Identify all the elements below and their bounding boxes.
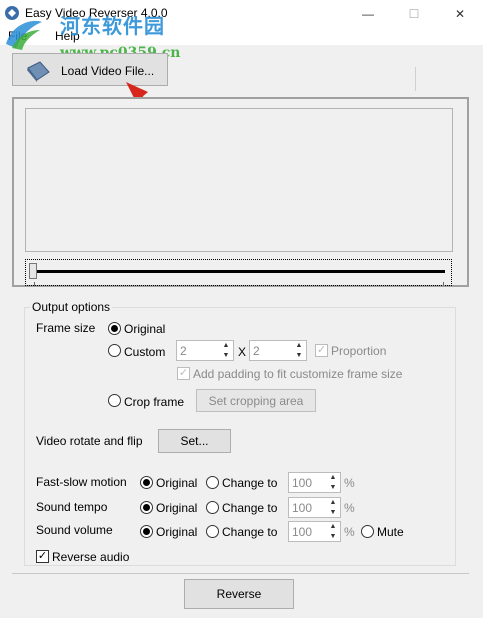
fast-slow-stepper[interactable]: 100 ▲ ▼ bbox=[288, 472, 341, 493]
crop-frame-label: Crop frame bbox=[124, 395, 185, 409]
watermark-logo-icon bbox=[6, 20, 42, 50]
spin-up-icon[interactable]: ▲ bbox=[326, 473, 340, 482]
maximize-button[interactable]: ☐ bbox=[391, 0, 437, 27]
frame-original-label: Original bbox=[124, 322, 166, 336]
mute-radio[interactable] bbox=[361, 525, 374, 538]
close-icon: ✕ bbox=[454, 6, 466, 21]
sound-volume-stepper[interactable]: 100 ▲ ▼ bbox=[288, 521, 341, 542]
seek-thumb[interactable] bbox=[29, 263, 37, 279]
sound-volume-value: 100 bbox=[292, 525, 313, 539]
rotate-set-button[interactable]: Set... bbox=[158, 429, 231, 453]
fast-slow-change-radio[interactable] bbox=[206, 476, 219, 489]
reverse-button[interactable]: Reverse bbox=[184, 579, 294, 609]
sound-tempo-change-label: Change to bbox=[222, 501, 278, 515]
proportion-checkbox[interactable]: ✓ bbox=[315, 344, 328, 357]
frame-width-stepper[interactable]: 2 ▲ ▼ bbox=[176, 340, 234, 361]
frame-size-label: Frame size bbox=[36, 321, 96, 335]
sound-tempo-value: 100 bbox=[292, 501, 313, 515]
frame-height-stepper[interactable]: 2 ▲ ▼ bbox=[249, 340, 307, 361]
sound-volume-change-radio[interactable] bbox=[206, 525, 219, 538]
fast-slow-change-label: Change to bbox=[222, 476, 278, 490]
reverse-audio-checkbox[interactable]: ✓ bbox=[36, 550, 49, 563]
load-video-label: Load Video File... bbox=[61, 64, 155, 78]
spin-down-icon[interactable]: ▼ bbox=[292, 351, 306, 360]
sound-volume-original-radio[interactable] bbox=[140, 525, 153, 538]
sound-tempo-unit: % bbox=[344, 501, 355, 515]
frame-x-separator: X bbox=[238, 345, 247, 359]
spin-up-icon[interactable]: ▲ bbox=[292, 341, 306, 350]
sound-volume-label: Sound volume bbox=[36, 523, 113, 537]
crop-frame-radio[interactable] bbox=[108, 394, 121, 407]
fast-slow-value: 100 bbox=[292, 476, 313, 490]
frame-height-value: 2 bbox=[253, 344, 260, 358]
rotate-label: Video rotate and flip bbox=[36, 434, 143, 448]
spin-down-icon[interactable]: ▼ bbox=[326, 483, 340, 492]
sound-volume-original-label: Original bbox=[156, 525, 198, 539]
fast-slow-original-radio[interactable] bbox=[140, 476, 153, 489]
output-options-legend: Output options bbox=[30, 300, 113, 314]
divider bbox=[12, 573, 469, 574]
open-video-icon bbox=[27, 61, 50, 82]
frame-original-radio[interactable] bbox=[108, 322, 121, 335]
proportion-label: Proportion bbox=[331, 344, 387, 358]
watermark-text: 河东软件园 bbox=[60, 14, 165, 38]
mute-label: Mute bbox=[377, 525, 404, 539]
fast-slow-original-label: Original bbox=[156, 476, 198, 490]
seek-track bbox=[33, 270, 445, 273]
spin-down-icon[interactable]: ▼ bbox=[219, 351, 233, 360]
maximize-icon: ☐ bbox=[408, 6, 420, 21]
minimize-icon: — bbox=[362, 6, 374, 21]
toolbar-separator bbox=[415, 67, 416, 91]
frame-width-value: 2 bbox=[180, 344, 187, 358]
close-button[interactable]: ✕ bbox=[437, 0, 483, 27]
fast-slow-label: Fast-slow motion bbox=[36, 475, 127, 489]
padding-label: Add padding to fit customize frame size bbox=[193, 367, 403, 381]
seek-tick bbox=[34, 282, 35, 286]
sound-tempo-label: Sound tempo bbox=[36, 500, 108, 514]
set-cropping-button[interactable]: Set cropping area bbox=[196, 389, 316, 412]
frame-custom-radio[interactable] bbox=[108, 344, 121, 357]
sound-volume-change-label: Change to bbox=[222, 525, 278, 539]
sound-volume-unit: % bbox=[344, 525, 355, 539]
sound-tempo-change-radio[interactable] bbox=[206, 501, 219, 514]
sound-tempo-original-radio[interactable] bbox=[140, 501, 153, 514]
spin-up-icon[interactable]: ▲ bbox=[326, 498, 340, 507]
padding-checkbox[interactable]: ✓ bbox=[177, 367, 190, 380]
spin-up-icon[interactable]: ▲ bbox=[219, 341, 233, 350]
spin-down-icon[interactable]: ▼ bbox=[326, 508, 340, 517]
minimize-button[interactable]: — bbox=[345, 0, 391, 27]
spin-up-icon[interactable]: ▲ bbox=[326, 522, 340, 531]
fast-slow-unit: % bbox=[344, 476, 355, 490]
reverse-audio-label: Reverse audio bbox=[52, 550, 130, 564]
sound-tempo-original-label: Original bbox=[156, 501, 198, 515]
spin-down-icon[interactable]: ▼ bbox=[326, 532, 340, 541]
seek-tick bbox=[443, 282, 444, 286]
video-preview bbox=[25, 108, 453, 252]
sound-tempo-stepper[interactable]: 100 ▲ ▼ bbox=[288, 497, 341, 518]
frame-custom-label: Custom bbox=[124, 345, 166, 359]
